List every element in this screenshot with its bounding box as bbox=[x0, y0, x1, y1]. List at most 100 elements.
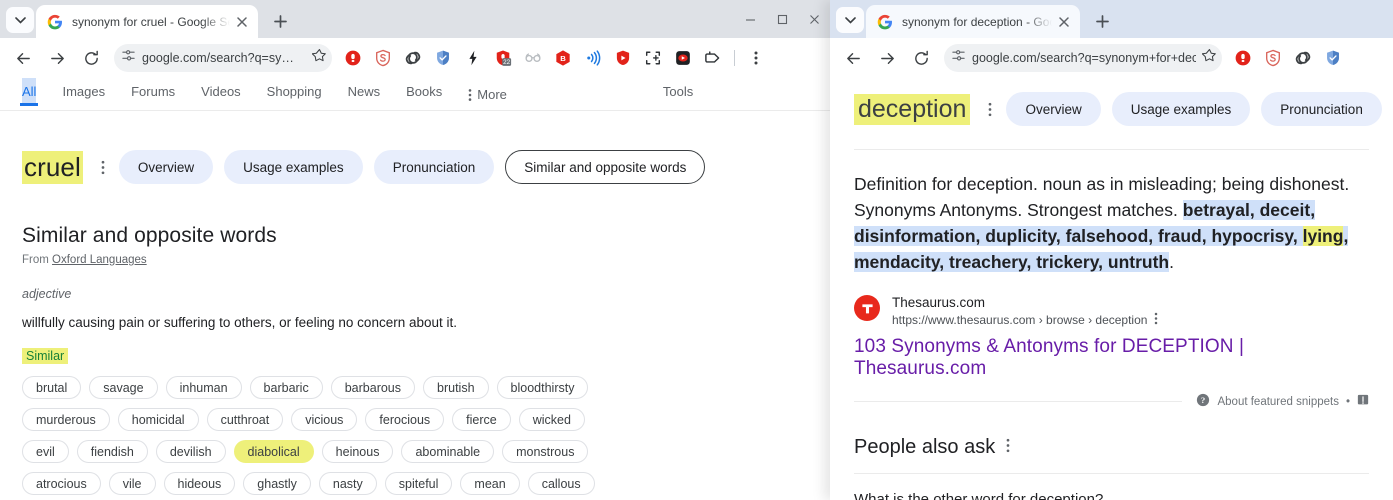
link-chain-icon[interactable] bbox=[1290, 45, 1316, 71]
maximize-button[interactable] bbox=[766, 3, 798, 35]
minimize-button[interactable] bbox=[734, 3, 766, 35]
synonym-chip[interactable]: brutish bbox=[423, 376, 489, 399]
address-bar-right[interactable]: google.com/search?q=synonym+for+decept… bbox=[944, 44, 1222, 72]
tab-right-active[interactable]: synonym for deception - Googl bbox=[866, 5, 1080, 38]
synonym-chip[interactable]: wicked bbox=[518, 408, 585, 431]
synonym-chip[interactable]: spiteful bbox=[384, 472, 453, 495]
chip-overview-right[interactable]: Overview bbox=[1006, 92, 1101, 126]
synonym-chip[interactable]: ferocious bbox=[365, 408, 445, 431]
new-tab-button-right[interactable] bbox=[1088, 7, 1116, 35]
bookmark-star-icon-left[interactable] bbox=[311, 48, 327, 68]
tab-close-icon-right[interactable] bbox=[1054, 12, 1074, 32]
search-tab-videos[interactable]: Videos bbox=[201, 78, 241, 105]
synonym-chip[interactable]: fiendish bbox=[76, 440, 148, 463]
synonym-chip[interactable]: vile bbox=[108, 472, 156, 495]
glasses-icon[interactable] bbox=[520, 45, 546, 71]
window-controls-left bbox=[734, 0, 830, 38]
link-chain-icon[interactable] bbox=[400, 45, 426, 71]
headword-kebab-icon-right[interactable] bbox=[980, 95, 1000, 123]
synonym-chip[interactable]: homicidal bbox=[117, 408, 199, 431]
synonym-chip[interactable]: evil bbox=[22, 440, 69, 463]
google-results-body-right: deception Overview Usage examples Pronun… bbox=[830, 78, 1393, 500]
chip-pronunciation-right[interactable]: Pronunciation bbox=[1261, 92, 1382, 126]
site-settings-icon[interactable] bbox=[951, 48, 966, 68]
help-circle-icon[interactable]: ? bbox=[1196, 393, 1210, 410]
headword-kebab-icon[interactable] bbox=[93, 153, 113, 181]
forward-button-left[interactable] bbox=[42, 43, 72, 73]
synonym-chip[interactable]: devilish bbox=[155, 440, 226, 463]
video-shield-icon[interactable] bbox=[610, 45, 636, 71]
people-also-ask-kebab-icon[interactable] bbox=[1006, 436, 1010, 459]
chip-overview-left[interactable]: Overview bbox=[118, 150, 214, 184]
result-source-block[interactable]: Thesaurus.com https://www.thesaurus.com … bbox=[854, 295, 1369, 328]
back-button-right[interactable] bbox=[838, 43, 868, 73]
bookmark-star-icon-right[interactable] bbox=[1201, 48, 1217, 68]
synonym-chip[interactable]: murderous bbox=[22, 408, 110, 431]
synonym-chip[interactable]: monstrous bbox=[502, 440, 589, 463]
search-tab-images[interactable]: Images bbox=[62, 78, 105, 105]
synonym-chip[interactable]: bloodthirsty bbox=[496, 376, 589, 399]
about-featured-snippets-label[interactable]: About featured snippets bbox=[1217, 396, 1338, 408]
blue-shield-icon[interactable] bbox=[1320, 45, 1346, 71]
reload-button-left[interactable] bbox=[76, 43, 106, 73]
search-tab-shopping[interactable]: Shopping bbox=[267, 78, 322, 105]
synonym-chip[interactable]: mean bbox=[460, 472, 520, 495]
bitwarden-b-icon[interactable]: B bbox=[550, 45, 576, 71]
search-tab-more[interactable]: More bbox=[468, 78, 507, 105]
blue-shield-icon[interactable] bbox=[430, 45, 456, 71]
synonym-chip[interactable]: hideous bbox=[163, 472, 236, 495]
adblock-icon[interactable] bbox=[1230, 45, 1256, 71]
source-link-oxford[interactable]: Oxford Languages bbox=[52, 254, 147, 266]
chip-usage-examples-right[interactable]: Usage examples bbox=[1111, 92, 1251, 126]
synonym-chip[interactable]: fierce bbox=[452, 408, 511, 431]
synonym-chip[interactable]: nasty bbox=[318, 472, 377, 495]
chip-usage-examples-left[interactable]: Usage examples bbox=[224, 150, 363, 184]
people-also-ask-question[interactable]: What is the other word for deception? bbox=[854, 474, 1369, 500]
tab-search-button[interactable] bbox=[6, 7, 34, 33]
synonym-chip[interactable]: barbaric bbox=[249, 376, 323, 399]
new-tab-button-left[interactable] bbox=[266, 7, 294, 35]
close-window-button[interactable] bbox=[798, 3, 830, 35]
back-button-left[interactable] bbox=[8, 43, 38, 73]
site-settings-icon[interactable] bbox=[121, 48, 136, 68]
record-square-icon[interactable] bbox=[670, 45, 696, 71]
tag-outline-icon[interactable] bbox=[700, 45, 726, 71]
synonym-chip[interactable]: abominable bbox=[401, 440, 495, 463]
sound-waves-icon[interactable] bbox=[580, 45, 606, 71]
result-title-link[interactable]: 103 Synonyms & Antonyms for DECEPTION | … bbox=[854, 336, 1369, 380]
result-kebab-icon[interactable] bbox=[1154, 312, 1158, 328]
adblock-icon[interactable] bbox=[340, 45, 366, 71]
tab-close-icon-left[interactable] bbox=[232, 12, 252, 32]
synonym-chip[interactable]: ghastly bbox=[243, 472, 311, 495]
synonym-chip[interactable]: barbarous bbox=[330, 376, 416, 399]
tab-search-button-right[interactable] bbox=[836, 7, 864, 33]
people-also-ask-title: People also ask bbox=[854, 436, 996, 458]
badge-22-icon[interactable]: 22 bbox=[490, 45, 516, 71]
synonym-chip[interactable]: savage bbox=[89, 376, 158, 399]
browser-menu-button-left[interactable] bbox=[743, 45, 769, 71]
reload-button-right[interactable] bbox=[906, 43, 936, 73]
shield-s-icon[interactable] bbox=[1260, 45, 1286, 71]
synonym-chip[interactable]: brutal bbox=[22, 376, 82, 399]
synonym-chip[interactable]: callous bbox=[527, 472, 595, 495]
synonym-chip[interactable]: inhuman bbox=[165, 376, 242, 399]
forward-button-right[interactable] bbox=[872, 43, 902, 73]
synonym-chip[interactable]: vicious bbox=[291, 408, 358, 431]
synonym-chip[interactable]: cutthroat bbox=[206, 408, 284, 431]
search-tab-news[interactable]: News bbox=[348, 78, 381, 105]
search-tools-button[interactable]: Tools bbox=[663, 78, 693, 105]
synonym-chip[interactable]: heinous bbox=[321, 440, 394, 463]
search-tab-books[interactable]: Books bbox=[406, 78, 442, 105]
chip-pronunciation-left[interactable]: Pronunciation bbox=[373, 150, 495, 184]
tab-left-active[interactable]: synonym for cruel - Google Sea bbox=[36, 5, 258, 38]
search-tab-forums[interactable]: Forums bbox=[131, 78, 175, 105]
synonym-chip[interactable]: atrocious bbox=[22, 472, 101, 495]
chip-similar-opposite-words-left[interactable]: Similar and opposite words bbox=[505, 150, 706, 184]
synonym-chip-highlighted[interactable]: diabolical bbox=[233, 440, 314, 463]
flag-icon[interactable] bbox=[1357, 394, 1369, 410]
lightning-icon[interactable] bbox=[460, 45, 486, 71]
shield-s-icon[interactable] bbox=[370, 45, 396, 71]
capture-frame-icon[interactable] bbox=[640, 45, 666, 71]
search-tab-all[interactable]: All bbox=[19, 78, 39, 106]
address-bar-left[interactable]: google.com/search?q=sy… bbox=[114, 44, 332, 72]
